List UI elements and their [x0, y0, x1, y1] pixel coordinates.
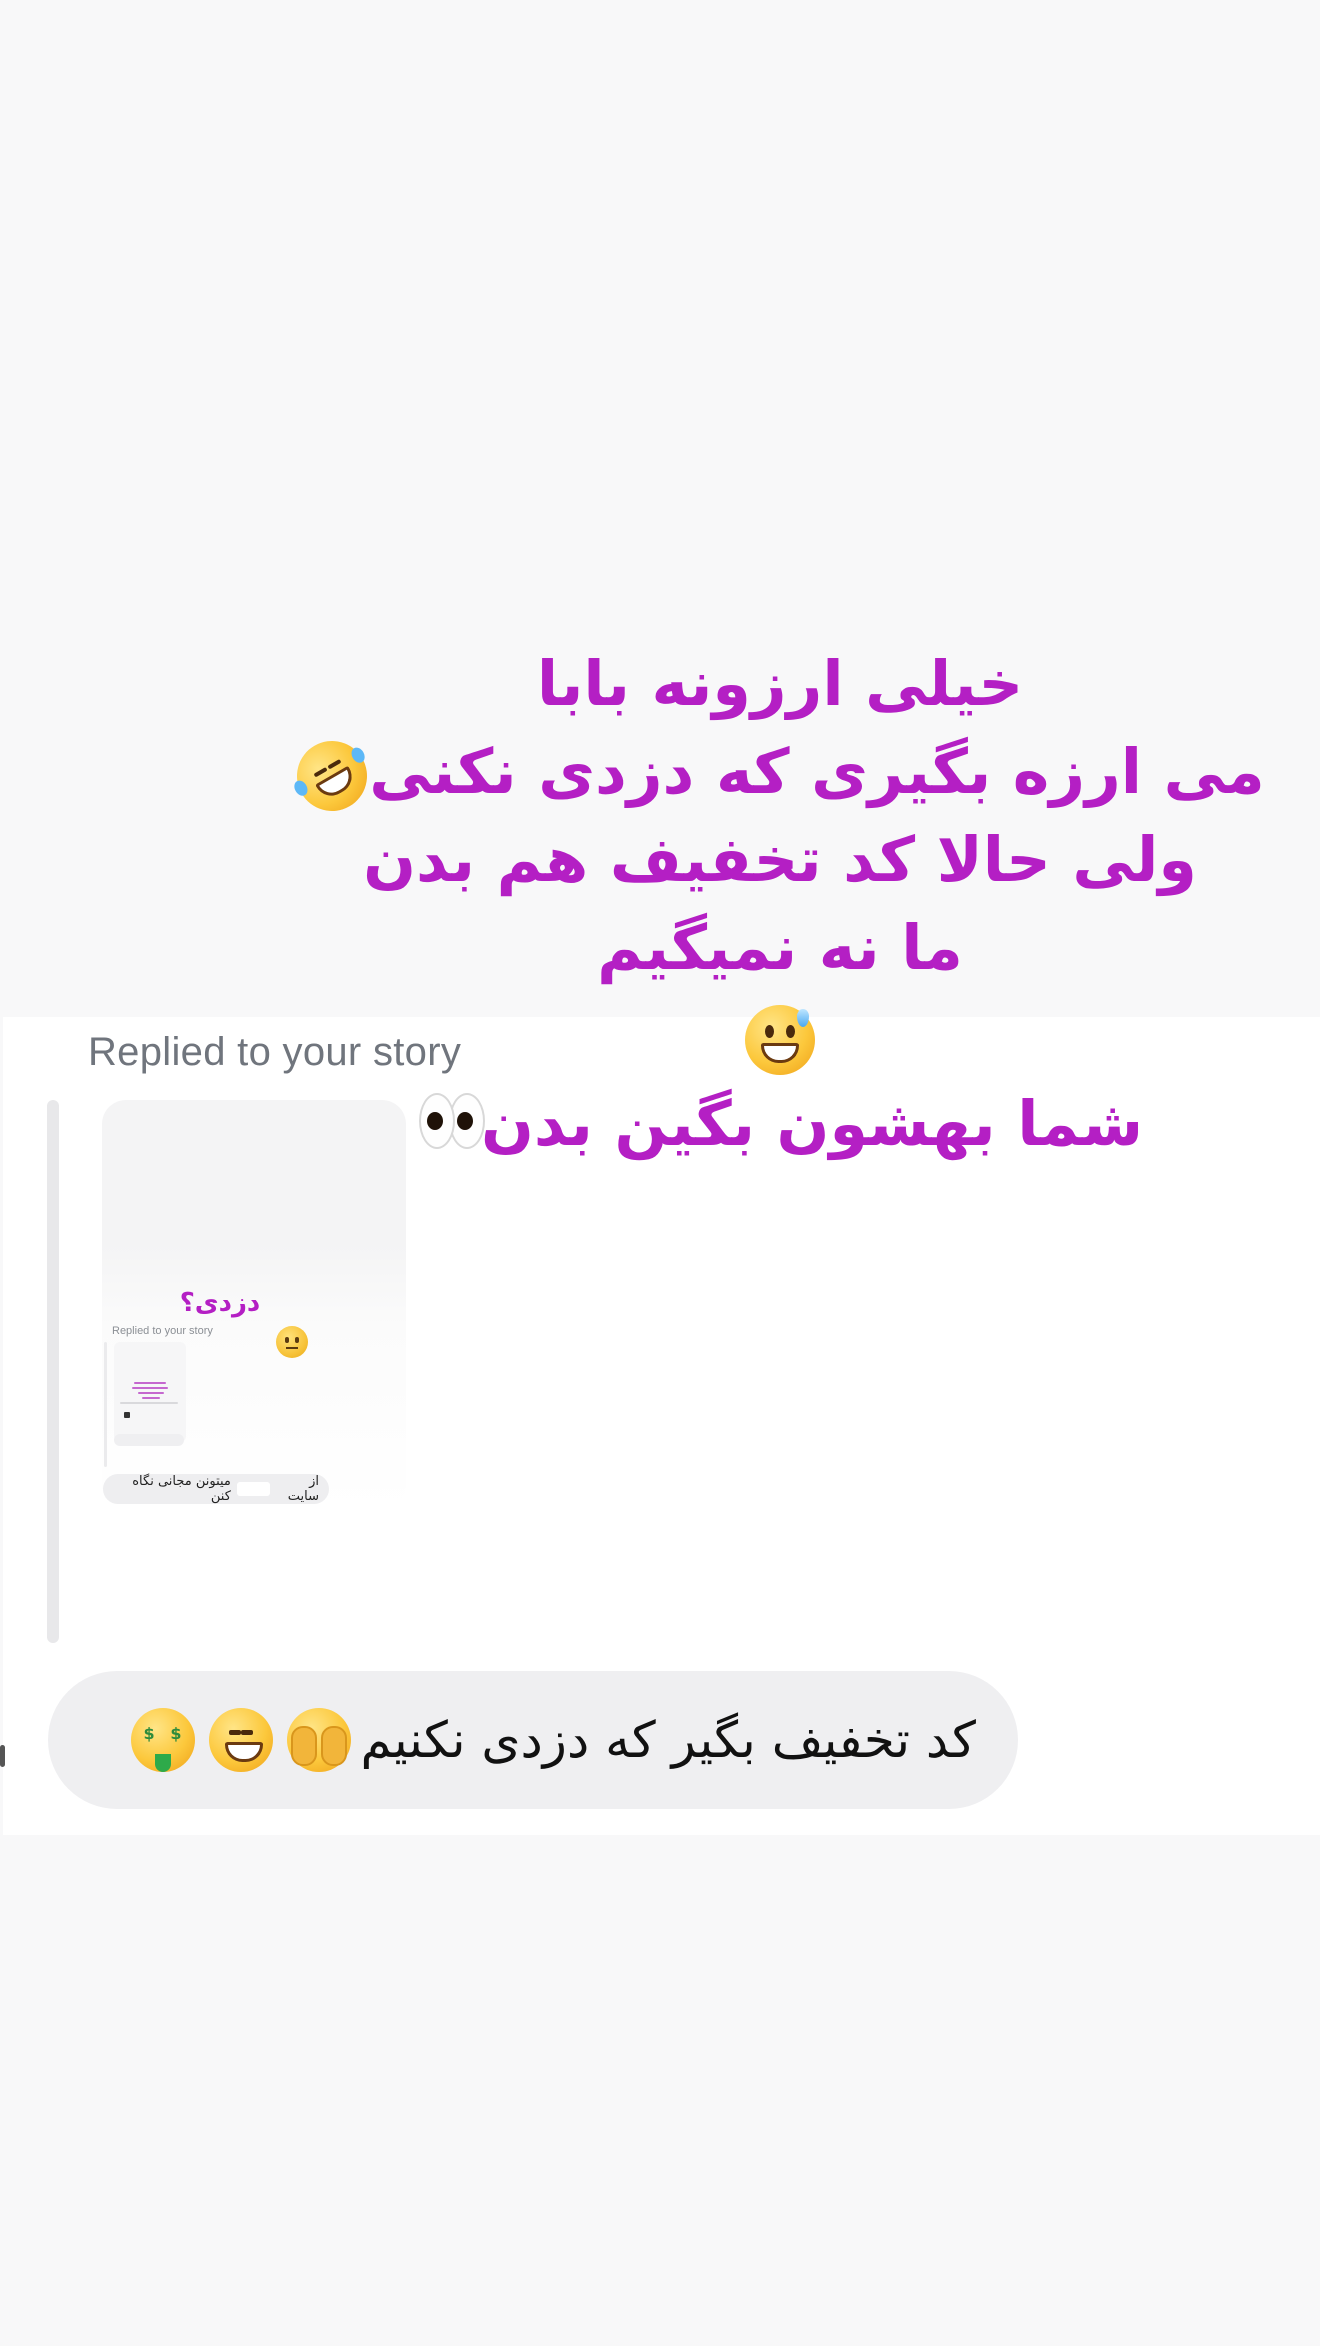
nested-quote-bar [104, 1342, 107, 1467]
neutral-face-icon [276, 1326, 308, 1358]
overlay-line-3: ولی حالا کد تخفیف هم بدن [363, 823, 1198, 896]
overlay-line-4: ما نه نمیگیم [597, 911, 964, 984]
rofl-icon [284, 728, 381, 824]
nested-message-bubble [114, 1434, 184, 1446]
message-text: کد تخفیف بگیر که دزدی نکنیم [360, 1711, 976, 1769]
eyes-icon [418, 1084, 485, 1172]
overlay-line-2: می ارزه بگیری که دزدی نکنی [284, 728, 1270, 824]
nested-replied-label: Replied to your story [112, 1325, 213, 1337]
face-peeking-icon [286, 1708, 351, 1772]
nested-story-thumbnail [114, 1342, 186, 1442]
edge-indicator [0, 1745, 5, 1767]
overlay-line-6: شما بهشون بگین بدن [290, 1080, 1270, 1172]
overlay-line-1: خیلی ارزونه بابا [536, 647, 1024, 720]
redacted-block [236, 1482, 270, 1496]
message-emojis: $ $ [130, 1708, 351, 1772]
site-pill-prefix: از سایت [287, 1474, 319, 1504]
quote-bar [47, 1100, 59, 1643]
grinning-sweat-icon [745, 1004, 815, 1075]
site-pill-suffix: میتونن مجانی نگاه کنن [132, 1474, 231, 1504]
site-pill: از سایت میتونن مجانی نگاه کنن [103, 1474, 329, 1504]
overlay-line-5 [290, 992, 1270, 1080]
thumbnail-question-text: دزدی؟ [179, 1288, 261, 1318]
story-overlay-text: خیلی ارزونه بابا می ارزه بگیری که دزدی ن… [284, 640, 1270, 1172]
money-mouth-icon: $ $ [130, 1708, 195, 1772]
message-bubble[interactable]: کد تخفیف بگیر که دزدی نکنیم $ $ [48, 1671, 1018, 1809]
grinning-squint-icon [208, 1708, 273, 1772]
